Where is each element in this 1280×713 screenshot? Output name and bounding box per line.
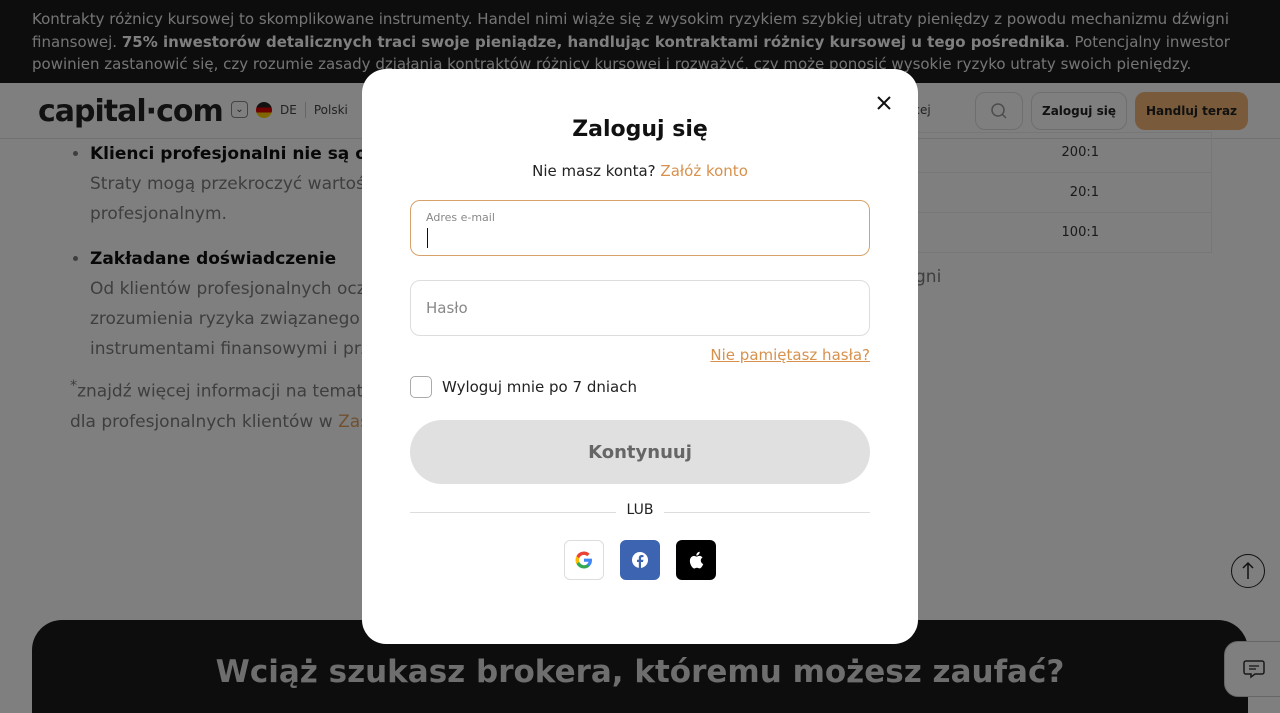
facebook-login-button[interactable] bbox=[620, 540, 660, 580]
password-field[interactable]: Hasło bbox=[410, 280, 870, 336]
or-divider: LUB bbox=[410, 502, 870, 522]
forgot-password-link[interactable]: Nie pamiętasz hasła? bbox=[710, 346, 870, 364]
close-button[interactable] bbox=[872, 91, 896, 115]
modal-title: Zaloguj się bbox=[572, 117, 708, 142]
close-icon bbox=[877, 96, 891, 110]
signup-prompt: Nie masz konta? Załóż konto bbox=[362, 162, 918, 180]
remember-option[interactable]: Wyloguj mnie po 7 dniach bbox=[410, 376, 637, 398]
apple-login-button[interactable] bbox=[676, 540, 716, 580]
or-label: LUB bbox=[616, 502, 664, 518]
remember-checkbox[interactable] bbox=[410, 376, 432, 398]
login-modal: Zaloguj się Nie masz konta? Załóż konto … bbox=[362, 69, 918, 644]
email-field-label: Adres e-mail bbox=[426, 211, 495, 224]
text-cursor bbox=[427, 228, 428, 248]
continue-button[interactable]: Kontynuuj bbox=[410, 420, 870, 484]
signup-prompt-text: Nie masz konta? bbox=[532, 162, 661, 180]
password-placeholder: Hasło bbox=[426, 299, 468, 317]
facebook-icon bbox=[632, 552, 648, 568]
signup-link[interactable]: Załóż konto bbox=[660, 162, 747, 180]
google-login-button[interactable] bbox=[564, 540, 604, 580]
email-field[interactable]: Adres e-mail bbox=[410, 200, 870, 256]
remember-label: Wyloguj mnie po 7 dniach bbox=[442, 378, 637, 396]
apple-icon bbox=[689, 551, 704, 569]
google-icon bbox=[575, 551, 592, 569]
